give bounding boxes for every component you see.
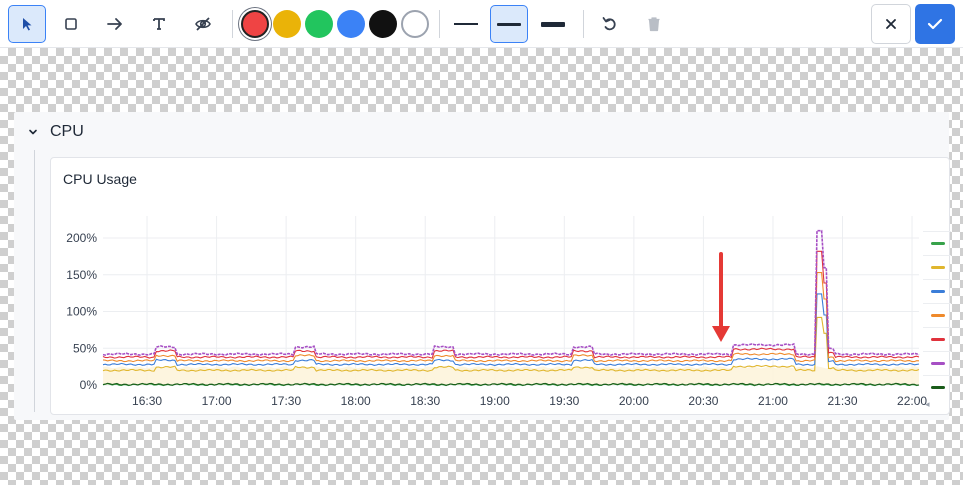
row-title: CPU <box>50 123 84 140</box>
square-icon <box>65 18 77 30</box>
x-tick-label: 19:30 <box>549 394 579 408</box>
stroke-thin-icon <box>454 23 478 25</box>
color-swatch-blue[interactable] <box>337 10 365 38</box>
confirm-button[interactable] <box>915 4 955 44</box>
legend-swatch <box>931 266 945 269</box>
legend-swatch <box>931 290 945 293</box>
y-tick-label: 100% <box>66 305 97 319</box>
undo-icon <box>602 17 616 31</box>
dashboard-row-header[interactable]: CPU <box>14 112 949 152</box>
legend-item[interactable] <box>923 279 951 303</box>
x-tick-label: 21:30 <box>827 394 857 408</box>
legend-swatch <box>931 314 945 317</box>
check-icon <box>927 18 943 30</box>
chevron-down-icon[interactable] <box>26 125 40 139</box>
x-tick-label: 17:30 <box>271 394 301 408</box>
select-tool-button[interactable] <box>8 5 46 43</box>
rectangle-tool-button[interactable] <box>52 5 90 43</box>
chart-legend: ◂ <box>923 231 951 413</box>
text-icon <box>153 18 165 30</box>
color-swatch-white[interactable] <box>401 10 429 38</box>
row-rail <box>34 150 35 412</box>
toolbar-divider <box>583 10 584 38</box>
text-tool-button[interactable] <box>140 5 178 43</box>
toolbar-divider <box>232 10 233 38</box>
cancel-button[interactable] <box>871 4 911 44</box>
legend-swatch <box>931 386 945 389</box>
series-fill <box>103 366 919 385</box>
legend-item[interactable] <box>923 351 951 375</box>
annotation-toolbar <box>0 0 963 48</box>
stroke-medium-icon <box>497 22 521 26</box>
y-tick-label: 150% <box>66 268 97 282</box>
close-icon <box>886 19 896 29</box>
legend-item[interactable] <box>923 255 951 279</box>
x-tick-label: 20:30 <box>688 394 718 408</box>
color-swatch-green[interactable] <box>305 10 333 38</box>
annotation-arrow[interactable] <box>706 250 736 346</box>
cursor-icon <box>23 18 32 31</box>
color-swatch-red[interactable] <box>241 10 269 38</box>
captured-screenshot: CPU CPU Usage 16:30 17:00 17:30 18:00 18:30 1… <box>14 112 951 420</box>
stroke-thin-button[interactable] <box>447 5 485 43</box>
delete-button[interactable] <box>635 5 673 43</box>
x-tick-label: 16:30 <box>132 394 162 408</box>
stroke-thick-button[interactable] <box>534 5 572 43</box>
arrow-tool-button[interactable] <box>96 5 134 43</box>
hide-tool-button[interactable] <box>184 5 222 43</box>
legend-swatch <box>931 338 945 341</box>
series-line <box>102 316 920 372</box>
x-tick-label: 18:00 <box>341 394 371 408</box>
arrow-right-icon <box>107 18 122 30</box>
y-tick-label: 50% <box>73 341 97 355</box>
legend-item[interactable] <box>923 327 951 351</box>
legend-item[interactable] <box>923 375 951 399</box>
stroke-thick-icon <box>541 21 565 27</box>
legend-scroll-icon[interactable]: ◂ <box>923 399 951 413</box>
toolbar-divider <box>439 10 440 38</box>
legend-swatch <box>931 242 945 245</box>
cpu-usage-chart: 16:30 17:00 17:30 18:00 18:30 19:00 19:30 20:00… <box>66 216 927 408</box>
undo-button[interactable] <box>591 5 629 43</box>
x-tick-label: 21:00 <box>758 394 788 408</box>
legend-item[interactable] <box>923 231 951 255</box>
y-tick-label: 0% <box>80 378 98 392</box>
legend-item[interactable] <box>923 303 951 327</box>
legend-swatch <box>931 362 945 365</box>
series-line <box>102 250 920 359</box>
x-tick-label: 17:00 <box>202 394 232 408</box>
x-tick-label: 19:00 <box>480 394 510 408</box>
eye-off-icon <box>195 17 211 31</box>
stroke-medium-button[interactable] <box>490 5 528 43</box>
y-tick-label: 200% <box>66 231 97 245</box>
cpu-usage-panel: CPU Usage 16:30 17:00 17:30 18:00 18:30 19:00… <box>50 157 951 415</box>
series-line <box>102 229 920 357</box>
x-tick-label: 20:00 <box>619 394 649 408</box>
x-tick-label: 18:30 <box>410 394 440 408</box>
series-line <box>102 293 920 367</box>
color-swatch-black[interactable] <box>369 10 397 38</box>
trash-icon <box>648 17 660 32</box>
color-swatch-yellow[interactable] <box>273 10 301 38</box>
